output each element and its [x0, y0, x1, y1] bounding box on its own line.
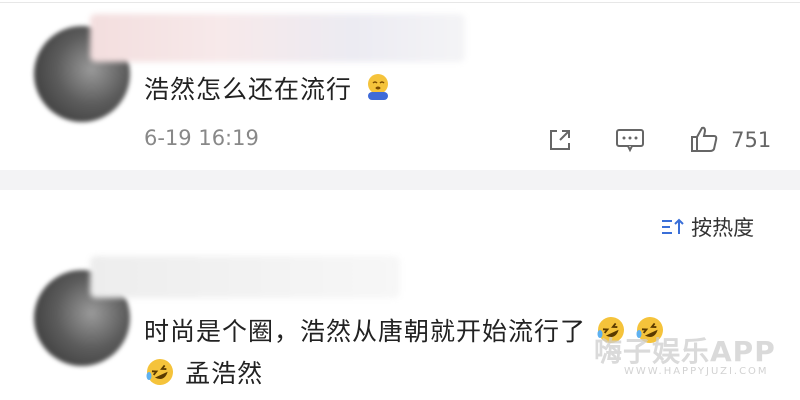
sort-label: 按热度 [691, 216, 755, 240]
username[interactable] [90, 14, 465, 62]
like-icon [691, 126, 718, 152]
share-icon[interactable] [546, 126, 574, 154]
shy-emoji-icon [368, 74, 389, 100]
comment-body: 浩然怎么还在流行 [144, 70, 393, 106]
comment-2: 时尚是个圈，浩然从唐朝就开始流行了 孟浩然 [0, 250, 800, 400]
like-count: 751 [731, 128, 772, 152]
rofl-emoji-icon [146, 359, 173, 385]
comment-icon[interactable] [614, 126, 646, 154]
section-divider [0, 170, 800, 190]
comment-1: 浩然怎么还在流行 6-19 16:19 751 [0, 0, 800, 170]
comment-text: 时尚是个圈，浩然从唐朝就开始流行了 [144, 317, 587, 346]
sort-icon [662, 218, 684, 234]
sort-control[interactable]: 按热度 [660, 212, 754, 242]
watermark-url: WWW.HAPPYJUZI.COM [624, 366, 769, 377]
watermark: 嗨子娱乐APP WWW.HAPPYJUZI.COM [594, 330, 776, 377]
username[interactable] [90, 256, 400, 298]
comment-text-line2: 孟浩然 [185, 359, 264, 388]
like-button[interactable]: 751 [688, 124, 771, 154]
comment-timestamp: 6-19 16:19 [144, 126, 259, 150]
comment-body: 时尚是个圈，浩然从唐朝就开始流行了 [144, 312, 666, 348]
comment-body-line2: 孟浩然 [144, 354, 263, 390]
comment-text: 浩然怎么还在流行 [144, 75, 353, 104]
watermark-text: 嗨子娱乐APP [594, 335, 776, 368]
